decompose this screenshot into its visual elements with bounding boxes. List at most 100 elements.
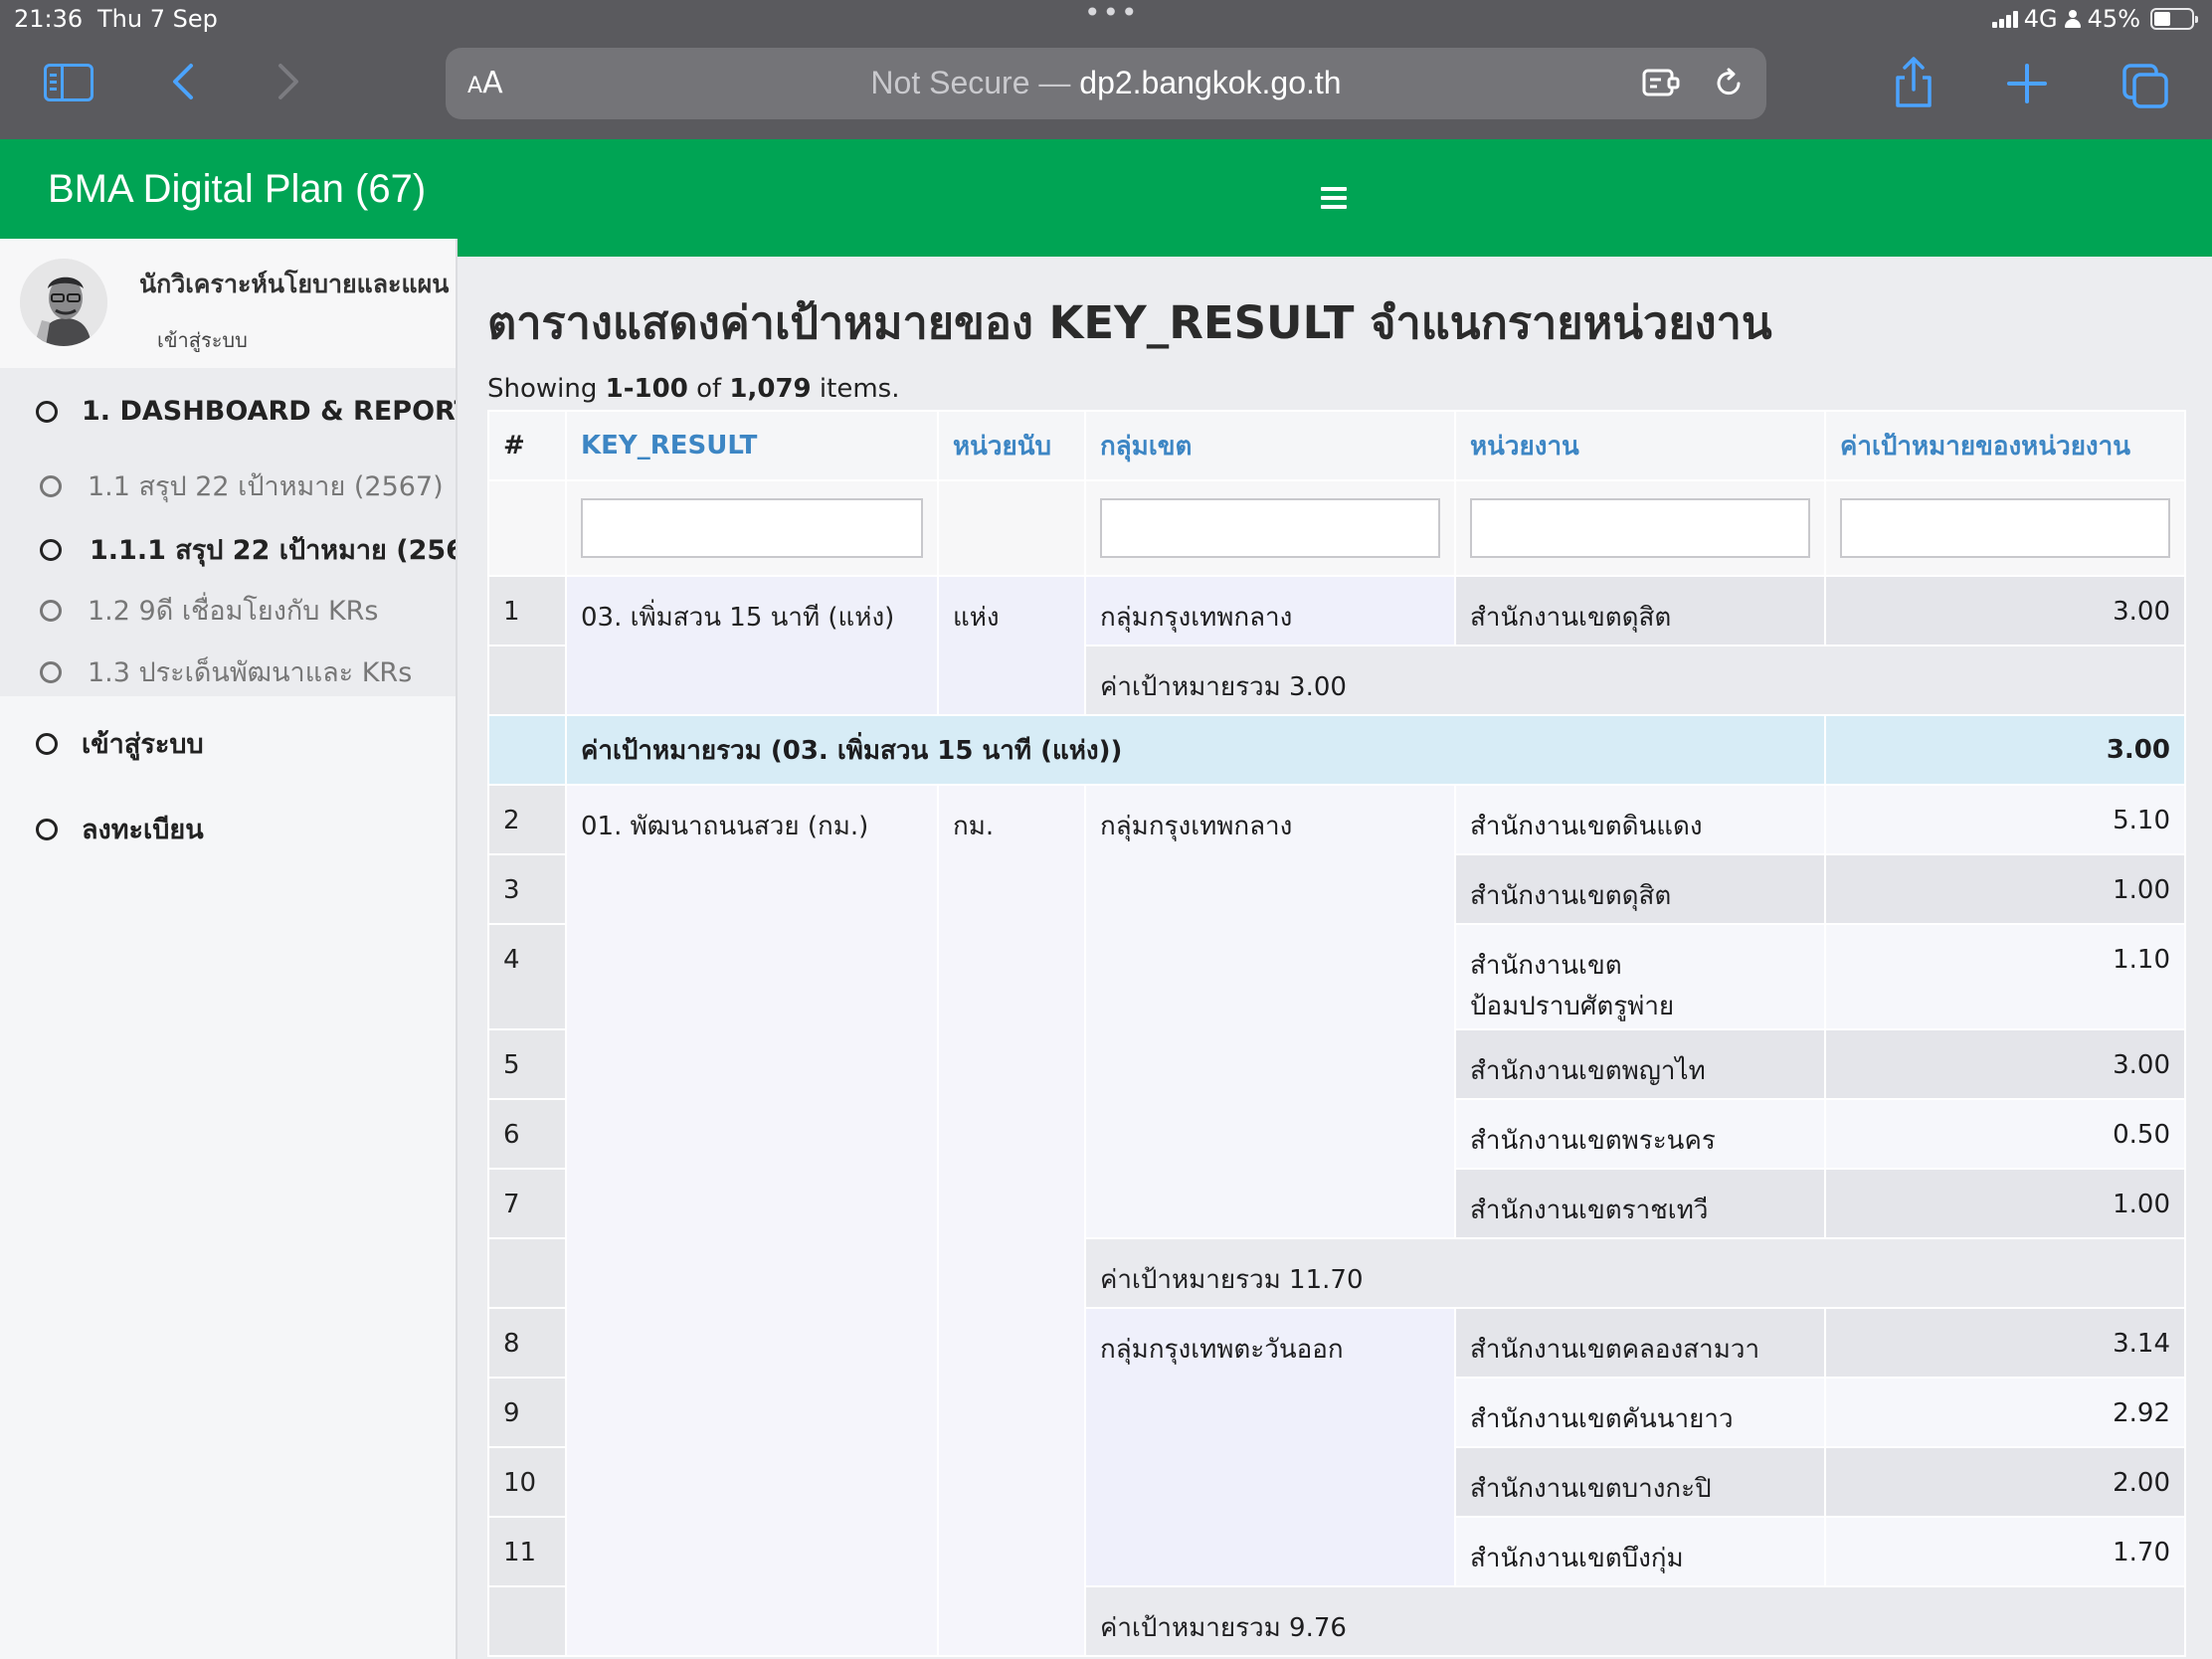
column-header-target-value[interactable]: ค่าเป้าหมายของหน่วยงาน xyxy=(1824,410,2186,481)
table-row: 1 03. เพิ่มสวน 15 นาที (แห่ง) แห่ง กลุ่ม… xyxy=(487,575,2186,716)
brand-link[interactable]: BMA Digital Plan (67) xyxy=(48,167,426,212)
menu-9d-krs[interactable]: 1.2 9ดี เชื่อมโยงกับ KRs xyxy=(0,589,456,632)
row-number: 11 xyxy=(487,1516,567,1587)
url-display[interactable]: Not Secure — dp2.bangkok.go.th xyxy=(446,65,1766,101)
chevron-right-icon xyxy=(278,64,298,99)
circle-icon xyxy=(40,474,62,497)
circle-icon xyxy=(40,660,62,683)
column-header-unit[interactable]: หน่วยนับ xyxy=(937,410,1086,481)
target-value-cell: 2.00 xyxy=(1824,1446,2186,1518)
summary-text: Showing xyxy=(487,374,598,404)
cellular-signal-icon xyxy=(1991,10,2018,28)
main-content: ตารางแสดงค่าเป้าหมายของ KEY_RESULT จำแนก… xyxy=(460,257,2212,1659)
row-number: 7 xyxy=(487,1168,567,1239)
office-filter-input[interactable] xyxy=(1470,498,1810,558)
office-cell: สำนักงานเขตดุสิต xyxy=(1454,575,1826,646)
subtotal-cell: ค่าเป้าหมายรวม 3.00 xyxy=(1084,645,2186,716)
url-domain: dp2.bangkok.go.th xyxy=(1079,65,1342,100)
battery-percent: 45% xyxy=(2087,5,2140,33)
subtotal-cell: ค่าเป้าหมายรวม 9.76 xyxy=(1084,1585,2186,1657)
row-number: 3 xyxy=(487,853,567,925)
office-cell: สำนักงานเขตบางกะปิ xyxy=(1454,1446,1826,1518)
office-cell: สำนักงานเขตพระนคร xyxy=(1454,1098,1826,1170)
summary-total: 1,079 xyxy=(729,374,812,404)
row-number: 1 xyxy=(487,575,567,646)
share-button[interactable] xyxy=(1892,56,1936,109)
office-cell: สำนักงานเขตดินแดง xyxy=(1454,784,1826,855)
menu-register[interactable]: ลงทะเบียน xyxy=(0,808,456,850)
row-number: 4 xyxy=(487,923,567,1030)
target-value-filter-input[interactable] xyxy=(1840,498,2170,558)
unit-cell: แห่ง xyxy=(937,575,1086,716)
district-group-cell: กลุ่มกรุงเทพกลาง xyxy=(1084,784,1456,1239)
page-title: ตารางแสดงค่าเป้าหมายของ KEY_RESULT จำแนก… xyxy=(487,296,1772,349)
battery-icon xyxy=(2150,8,2198,30)
office-cell: สำนักงานเขตบึงกุ่ม xyxy=(1454,1516,1826,1587)
menu-summary-22-goals[interactable]: 1.1 สรุป 22 เป้าหมาย (2567) xyxy=(0,464,456,507)
menu-label: 1.3 ประเด็นพัฒนาและ KRs xyxy=(88,657,413,688)
target-value-cell: 3.00 xyxy=(1824,575,2186,646)
status-indicators: 4G 45% xyxy=(1991,5,2198,33)
office-line: ป้อมปราบศัตรูพ่าย xyxy=(1470,992,1675,1021)
summary-range: 1-100 xyxy=(605,374,688,404)
total-row: ค่าเป้าหมายรวม (03. เพิ่มสวน 15 นาที (แห… xyxy=(487,714,2186,786)
reload-icon[interactable] xyxy=(1711,66,1747,101)
unit-cell: กม. xyxy=(937,784,1086,1657)
table-row: 2 01. พัฒนาถนนสวย (กม.) กม. กลุ่มกรุงเทพ… xyxy=(487,784,2186,1657)
personal-hotspot-icon xyxy=(2064,10,2082,28)
user-photo-icon xyxy=(20,259,107,346)
extension-icon[interactable] xyxy=(1641,68,1681,99)
network-type: 4G xyxy=(2023,5,2058,33)
menu-summary-22-goals-sub[interactable]: 1.1.1 สรุป 22 เป้าหมาย (2567) xyxy=(0,528,458,571)
row-number: 10 xyxy=(487,1446,567,1518)
target-value-cell: 0.50 xyxy=(1824,1098,2186,1170)
avatar xyxy=(20,259,107,346)
menu-label: 1. DASHBOARD & REPORTS xyxy=(82,396,458,427)
sidebar: นักวิเคราะห์นโยบายและแผน เข้าสู่ระบบ 1. … xyxy=(0,239,458,1659)
row-number: 8 xyxy=(487,1307,567,1379)
back-button[interactable] xyxy=(165,58,205,105)
office-cell: สำนักงานเขตดุสิต xyxy=(1454,853,1826,925)
target-value-cell: 5.10 xyxy=(1824,784,2186,855)
circle-icon xyxy=(40,599,62,622)
menu-dashboard-reports[interactable]: 1. DASHBOARD & REPORTS xyxy=(0,396,458,427)
office-cell: สำนักงานเขตราชเทวี xyxy=(1454,1168,1826,1239)
total-label: ค่าเป้าหมายรวม (03. เพิ่มสวน 15 นาที (แห… xyxy=(565,714,1826,786)
menu-development-issues[interactable]: 1.3 ประเด็นพัฒนาและ KRs xyxy=(0,650,456,693)
chevron-left-icon xyxy=(173,64,193,99)
tab-overview-button[interactable] xyxy=(2120,62,2170,109)
target-value-cell: 1.00 xyxy=(1824,1168,2186,1239)
column-header-key-result[interactable]: KEY_RESULT xyxy=(565,410,939,481)
address-bar[interactable]: AA Not Secure — dp2.bangkok.go.th xyxy=(446,48,1766,119)
menu-label: 1.1 สรุป 22 เป้าหมาย (2567) xyxy=(88,471,444,502)
circle-icon xyxy=(36,400,58,423)
office-cell: สำนักงานเขตคันนายาว xyxy=(1454,1377,1826,1448)
district-group-filter-input[interactable] xyxy=(1100,498,1440,558)
forward-button[interactable] xyxy=(267,58,306,105)
column-header-office[interactable]: หน่วยงาน xyxy=(1454,410,1826,481)
key-result-filter-input[interactable] xyxy=(581,498,923,558)
target-value-cell: 3.14 xyxy=(1824,1307,2186,1379)
table-header-row: # KEY_RESULT หน่วยนับ กลุ่มเขต หน่วยงาน … xyxy=(487,410,2186,481)
url-security-label: Not Secure — xyxy=(870,65,1071,100)
column-header-district-group[interactable]: กลุ่มเขต xyxy=(1084,410,1456,481)
district-group-cell: กลุ่มกรุงเทพตะวันออก xyxy=(1084,1307,1456,1587)
office-cell: สำนักงานเขตป้อมปราบศัตรูพ่าย xyxy=(1454,923,1826,1030)
user-panel: นักวิเคราะห์นโยบายและแผน เข้าสู่ระบบ xyxy=(0,239,456,368)
share-icon xyxy=(1896,57,1932,107)
subtotal-cell: ค่าเป้าหมายรวม 11.70 xyxy=(1084,1237,2186,1309)
status-bar: 21:36 Thu 7 Sep ••• 4G 45% xyxy=(0,0,2212,40)
office-line: สำนักงานเขต xyxy=(1470,951,1622,981)
new-tab-button[interactable] xyxy=(2003,60,2051,107)
multitasking-dots-icon[interactable]: ••• xyxy=(1084,0,1140,29)
row-number: 5 xyxy=(487,1028,567,1100)
circle-icon xyxy=(36,732,58,755)
menu-label: 1.1.1 สรุป 22 เป้าหมาย (2567) xyxy=(90,535,458,566)
pagination-summary: Showing 1-100 of 1,079 items. xyxy=(487,374,899,404)
plus-icon xyxy=(2007,64,2047,103)
menu-label: ลงทะเบียน xyxy=(82,815,204,845)
menu-login[interactable]: เข้าสู่ระบบ xyxy=(0,722,456,765)
sidebar-toggle-icon[interactable] xyxy=(44,64,93,101)
hamburger-menu-icon[interactable] xyxy=(1321,187,1347,209)
user-status: เข้าสู่ระบบ xyxy=(157,328,248,352)
